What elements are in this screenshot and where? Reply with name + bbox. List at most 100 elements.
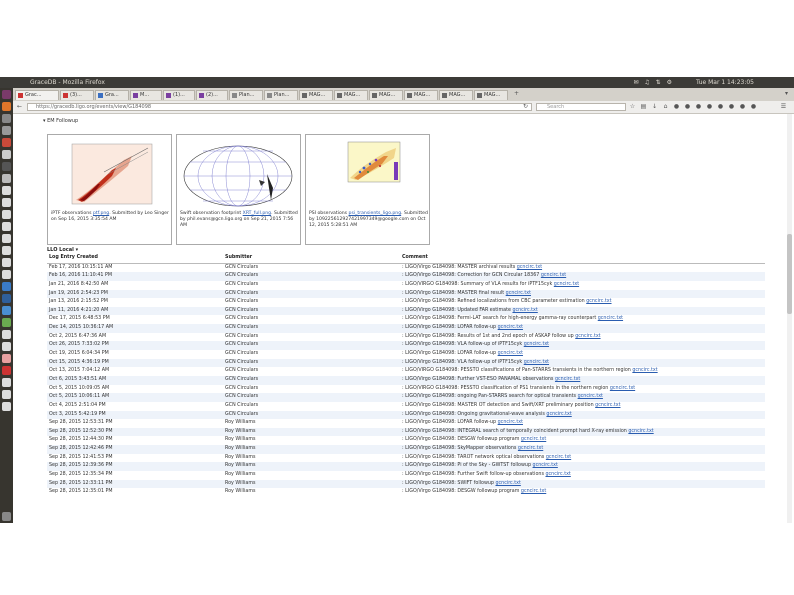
- column-header-created[interactable]: Log Entry Created: [49, 254, 98, 263]
- document-icon[interactable]: [2, 330, 11, 339]
- app-icon[interactable]: [2, 318, 11, 327]
- tab[interactable]: M...: [130, 90, 162, 100]
- thumbnail-link[interactable]: ptf.png: [93, 211, 109, 216]
- document-icon[interactable]: [2, 222, 11, 231]
- comment-file-link[interactable]: gcncirc.txt: [498, 420, 523, 425]
- thumbnail-link[interactable]: psi_transients_ligo.png: [349, 211, 402, 216]
- document-icon[interactable]: [2, 402, 11, 411]
- comment-file-link[interactable]: gcncirc.txt: [541, 273, 566, 278]
- document-icon[interactable]: [2, 210, 11, 219]
- column-header-submitter[interactable]: Submitter: [225, 254, 252, 263]
- comment-file-link[interactable]: gcncirc.txt: [555, 377, 580, 382]
- bookmarks-icon[interactable]: ▤: [640, 103, 647, 110]
- firefox-icon[interactable]: [2, 102, 11, 111]
- comment-file-link[interactable]: gcncirc.txt: [512, 308, 537, 313]
- tab[interactable]: (1)...: [163, 90, 195, 100]
- tray-icons[interactable]: ✉ ♫ ⇅ ⚙: [633, 79, 674, 86]
- scrollbar-thumb[interactable]: [787, 234, 792, 314]
- trash-icon[interactable]: [2, 512, 11, 521]
- tab[interactable]: MAG...: [439, 90, 473, 100]
- addon-icon[interactable]: ●: [695, 103, 702, 110]
- bookmark-star-icon[interactable]: ☆: [629, 103, 636, 110]
- search-input[interactable]: Search: [536, 103, 626, 111]
- scrollbar-track[interactable]: [787, 114, 792, 523]
- tab[interactable]: MAG...: [334, 90, 368, 100]
- new-tab-icon[interactable]: +: [513, 90, 520, 97]
- addon-icon[interactable]: ●: [728, 103, 735, 110]
- terminal-icon[interactable]: [2, 126, 11, 135]
- document-icon[interactable]: [2, 378, 11, 387]
- document-icon[interactable]: [2, 186, 11, 195]
- tab[interactable]: Gra...: [95, 90, 129, 100]
- app-icon[interactable]: [2, 282, 11, 291]
- column-header-comment[interactable]: Comment: [402, 254, 428, 263]
- app-icon[interactable]: [2, 162, 11, 171]
- comment-file-link[interactable]: gcncirc.txt: [521, 437, 546, 442]
- swift-skymap-image[interactable]: [181, 138, 296, 210]
- tab-list-icon[interactable]: ▾: [783, 90, 790, 97]
- tab[interactable]: (2)...: [196, 90, 228, 100]
- document-icon[interactable]: [2, 198, 11, 207]
- app-icon[interactable]: [2, 150, 11, 159]
- comment-file-link[interactable]: gcncirc.txt: [575, 334, 600, 339]
- document-icon[interactable]: [2, 270, 11, 279]
- comment-file-link[interactable]: gcncirc.txt: [595, 403, 620, 408]
- comment-file-link[interactable]: gcncirc.txt: [498, 325, 523, 330]
- reload-icon[interactable]: ↻: [522, 103, 529, 110]
- tab[interactable]: MAG...: [474, 90, 508, 100]
- document-icon[interactable]: [2, 234, 11, 243]
- comment-file-link[interactable]: gcncirc.txt: [578, 394, 603, 399]
- comment-file-link[interactable]: gcncirc.txt: [498, 351, 523, 356]
- dash-icon[interactable]: [2, 90, 11, 99]
- comment-file-link[interactable]: gcncirc.txt: [545, 472, 570, 477]
- document-icon[interactable]: [2, 342, 11, 351]
- back-icon[interactable]: ←: [16, 103, 23, 110]
- document-icon[interactable]: [2, 390, 11, 399]
- comment-file-link[interactable]: gcncirc.txt: [546, 412, 571, 417]
- pdf-icon[interactable]: [2, 366, 11, 375]
- tab[interactable]: Plan...: [264, 90, 298, 100]
- comment-file-link[interactable]: gcncirc.txt: [496, 481, 521, 486]
- addon-icon[interactable]: ●: [673, 103, 680, 110]
- addon-icon[interactable]: ●: [739, 103, 746, 110]
- addon-icon[interactable]: ●: [706, 103, 713, 110]
- app-icon[interactable]: [2, 138, 11, 147]
- comment-file-link[interactable]: gcncirc.txt: [524, 342, 549, 347]
- comment-file-link[interactable]: gcncirc.txt: [610, 386, 635, 391]
- ptf-plot-image[interactable]: [52, 138, 167, 210]
- thumbnail-link[interactable]: XRT_full.png: [243, 211, 271, 216]
- collapse-triangle-icon[interactable]: ▾: [43, 118, 46, 124]
- addon-icon[interactable]: ●: [717, 103, 724, 110]
- app-icon[interactable]: [2, 354, 11, 363]
- clock[interactable]: Tue Mar 1 14:23:05: [696, 79, 754, 86]
- comment-file-link[interactable]: gcncirc.txt: [554, 282, 579, 287]
- comment-file-link[interactable]: gcncirc.txt: [628, 429, 653, 434]
- comment-file-link[interactable]: gcncirc.txt: [533, 463, 558, 468]
- app-icon[interactable]: [2, 306, 11, 315]
- comment-file-link[interactable]: gcncirc.txt: [517, 265, 542, 270]
- tab[interactable]: Plan...: [229, 90, 263, 100]
- home-icon[interactable]: ⌂: [662, 103, 669, 110]
- app-icon[interactable]: [2, 294, 11, 303]
- psi-transients-image[interactable]: [310, 138, 425, 210]
- panel-header[interactable]: ▾ EM Followup: [43, 118, 78, 124]
- section-dropdown[interactable]: LLO Local ▾: [47, 247, 765, 254]
- tab[interactable]: MAG...: [299, 90, 333, 100]
- addon-icon[interactable]: ●: [684, 103, 691, 110]
- menu-icon[interactable]: ☰: [780, 103, 787, 110]
- files-icon[interactable]: [2, 114, 11, 123]
- document-icon[interactable]: [2, 258, 11, 267]
- comment-file-link[interactable]: gcncirc.txt: [586, 299, 611, 304]
- comment-file-link[interactable]: gcncirc.txt: [546, 455, 571, 460]
- tab[interactable]: Grac...: [15, 90, 59, 100]
- comment-file-link[interactable]: gcncirc.txt: [632, 368, 657, 373]
- comment-file-link[interactable]: gcncirc.txt: [524, 360, 549, 365]
- comment-file-link[interactable]: gcncirc.txt: [521, 489, 546, 494]
- tab[interactable]: MAG...: [404, 90, 438, 100]
- comment-file-link[interactable]: gcncirc.txt: [506, 291, 531, 296]
- url-bar[interactable]: https://gracedb.ligo.org/events/view/G18…: [27, 103, 532, 111]
- app-icon[interactable]: [2, 174, 11, 183]
- tab[interactable]: MAG...: [369, 90, 403, 100]
- tab[interactable]: (3)...: [60, 90, 94, 100]
- addon-icon[interactable]: ●: [750, 103, 757, 110]
